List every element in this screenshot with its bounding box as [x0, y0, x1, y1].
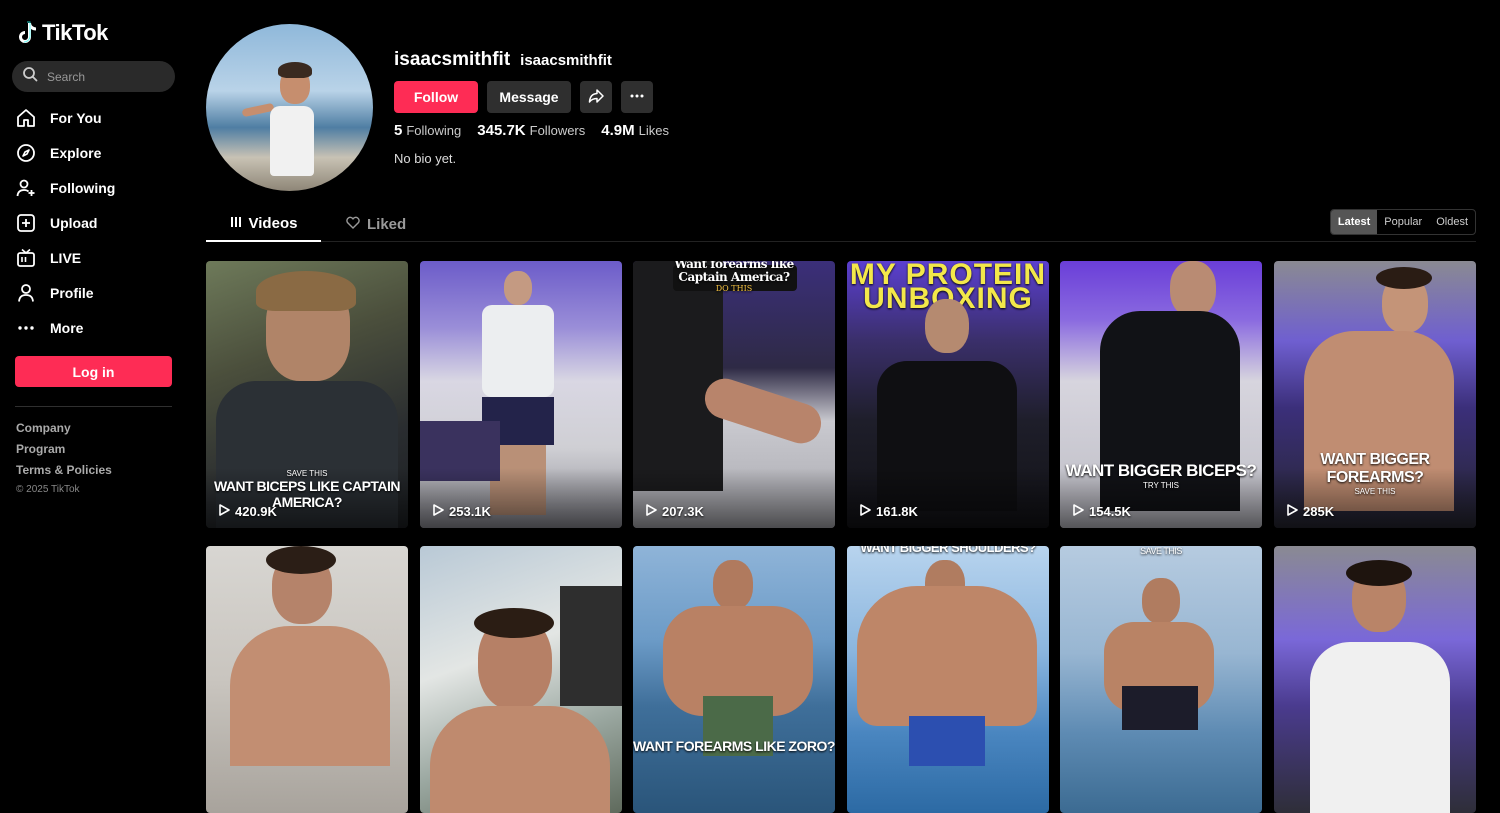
tiktok-logo[interactable]: TikTok — [18, 20, 108, 46]
play-icon — [860, 504, 871, 519]
more-dots-icon — [16, 318, 36, 338]
video-caption: SAVE THIS — [1140, 546, 1182, 556]
copyright: © 2025 TikTok — [16, 484, 80, 495]
video-card[interactable] — [206, 546, 408, 813]
nav-label: Explore — [50, 144, 102, 161]
view-count: 207.3K — [646, 504, 704, 519]
tab-label: Videos — [248, 214, 298, 232]
profile-bio: No bio yet. — [394, 151, 457, 166]
follow-button[interactable]: Follow — [394, 81, 478, 113]
main-nav: For You Explore Following Upload LIVE Pr… — [16, 100, 115, 345]
share-icon — [588, 88, 604, 107]
search-icon — [22, 66, 38, 87]
heart-lock-icon — [346, 216, 360, 233]
nav-label: Following — [50, 179, 116, 196]
view-count: 154.5K — [1073, 504, 1131, 519]
more-options-button[interactable] — [621, 81, 653, 113]
search-input[interactable] — [47, 69, 157, 84]
nav-item-profile[interactable]: Profile — [16, 275, 115, 310]
sidebar: TikTok For You Explore Following — [0, 0, 188, 756]
logo-text: TikTok — [42, 20, 108, 45]
sort-popular[interactable]: Popular — [1377, 210, 1429, 234]
video-caption: WANT BIGGER SHOULDERS? — [860, 546, 1036, 555]
sidebar-divider — [15, 406, 172, 407]
nav-label: Profile — [50, 284, 94, 301]
avatar[interactable] — [206, 24, 373, 191]
play-icon — [433, 504, 444, 519]
sort-latest[interactable]: Latest — [1330, 210, 1378, 234]
profile-name: isaacsmithfit isaacsmithfit — [394, 49, 612, 71]
video-card[interactable] — [420, 546, 622, 813]
nav-item-explore[interactable]: Explore — [16, 135, 115, 170]
footer-link-program[interactable]: Program — [16, 442, 112, 463]
profile-handle: isaacsmithfit — [394, 49, 511, 70]
footer-link-terms[interactable]: Terms & Policies — [16, 463, 112, 484]
video-card[interactable]: 253.1K — [420, 261, 622, 528]
video-caption: WANT BIGGER BICEPS? — [1065, 461, 1257, 480]
compass-icon — [16, 143, 36, 163]
video-card[interactable]: WANT BIGGER FOREARMS? SAVE THIS 285K — [1274, 261, 1476, 528]
video-card[interactable]: WANT FOREARMS LIKE ZORO? — [633, 546, 835, 813]
share-button[interactable] — [580, 81, 612, 113]
tiktok-logo-icon — [18, 21, 38, 45]
play-icon — [1073, 504, 1084, 519]
video-caption: WANT FOREARMS LIKE ZORO? — [633, 738, 835, 754]
search-bar[interactable] — [12, 61, 175, 92]
login-button[interactable]: Log in — [15, 356, 172, 387]
profile-stats: 5 Following 345.7K Followers 4.9M Likes — [394, 122, 669, 140]
video-caption: WANT BIGGER FOREARMS? — [1320, 451, 1430, 486]
profile-actions: Follow Message — [394, 81, 653, 113]
sort-oldest[interactable]: Oldest — [1429, 210, 1475, 234]
nav-item-upload[interactable]: Upload — [16, 205, 115, 240]
person-icon — [16, 283, 36, 303]
live-tv-icon — [16, 248, 36, 268]
more-horizontal-icon — [629, 88, 645, 107]
sidebar-footer: Company Program Terms & Policies © 2025 … — [16, 421, 112, 495]
nav-label: Upload — [50, 214, 98, 231]
profile-main: isaacsmithfit isaacsmithfit Follow Messa… — [206, 0, 1476, 813]
view-count: 253.1K — [433, 504, 491, 519]
profile-tabs: Videos Liked Latest Popular Oldest — [206, 206, 1476, 242]
home-icon — [16, 108, 36, 128]
tab-label: Liked — [367, 215, 407, 233]
video-card[interactable]: WANT BIGGER SHOULDERS? — [847, 546, 1049, 813]
user-plus-icon — [16, 178, 36, 198]
nav-label: More — [50, 319, 84, 336]
plus-square-icon — [16, 213, 36, 233]
following-stat[interactable]: 5 Following — [394, 122, 461, 140]
footer-link-company[interactable]: Company — [16, 421, 112, 442]
play-icon — [646, 504, 657, 519]
play-icon — [219, 504, 230, 519]
video-caption: Want forearms like Captain America? — [674, 261, 794, 284]
likes-stat: 4.9M Likes — [601, 122, 669, 139]
followers-stat[interactable]: 345.7K Followers — [477, 122, 585, 140]
grid-icon — [230, 215, 242, 232]
play-icon — [1287, 504, 1298, 519]
view-count: 285K — [1287, 504, 1334, 519]
profile-nickname: isaacsmithfit — [520, 52, 612, 69]
message-button[interactable]: Message — [487, 81, 571, 113]
video-card[interactable]: MY PROTEIN UNBOXING 161.8K — [847, 261, 1049, 528]
sort-segmented-control: Latest Popular Oldest — [1329, 209, 1476, 235]
nav-item-more[interactable]: More — [16, 310, 115, 345]
nav-item-for-you[interactable]: For You — [16, 100, 115, 135]
video-card[interactable]: SAVE THIS WANT BICEPS LIKE CAPTAIN AMERIC… — [206, 261, 408, 528]
video-card[interactable]: WANT BIGGER BICEPS? TRY THIS 154.5K — [1060, 261, 1262, 528]
nav-item-following[interactable]: Following — [16, 170, 115, 205]
view-count: 420.9K — [219, 504, 277, 519]
nav-item-live[interactable]: LIVE — [16, 240, 115, 275]
video-card[interactable]: SAVE THIS — [1060, 546, 1262, 813]
tab-liked[interactable]: Liked — [346, 206, 406, 242]
video-card[interactable] — [1274, 546, 1476, 813]
tab-videos[interactable]: Videos — [206, 206, 321, 242]
nav-label: LIVE — [50, 249, 82, 266]
video-card[interactable]: Want forearms like Captain America? DO TH… — [633, 261, 835, 528]
nav-label: For You — [50, 109, 102, 126]
view-count: 161.8K — [860, 504, 918, 519]
